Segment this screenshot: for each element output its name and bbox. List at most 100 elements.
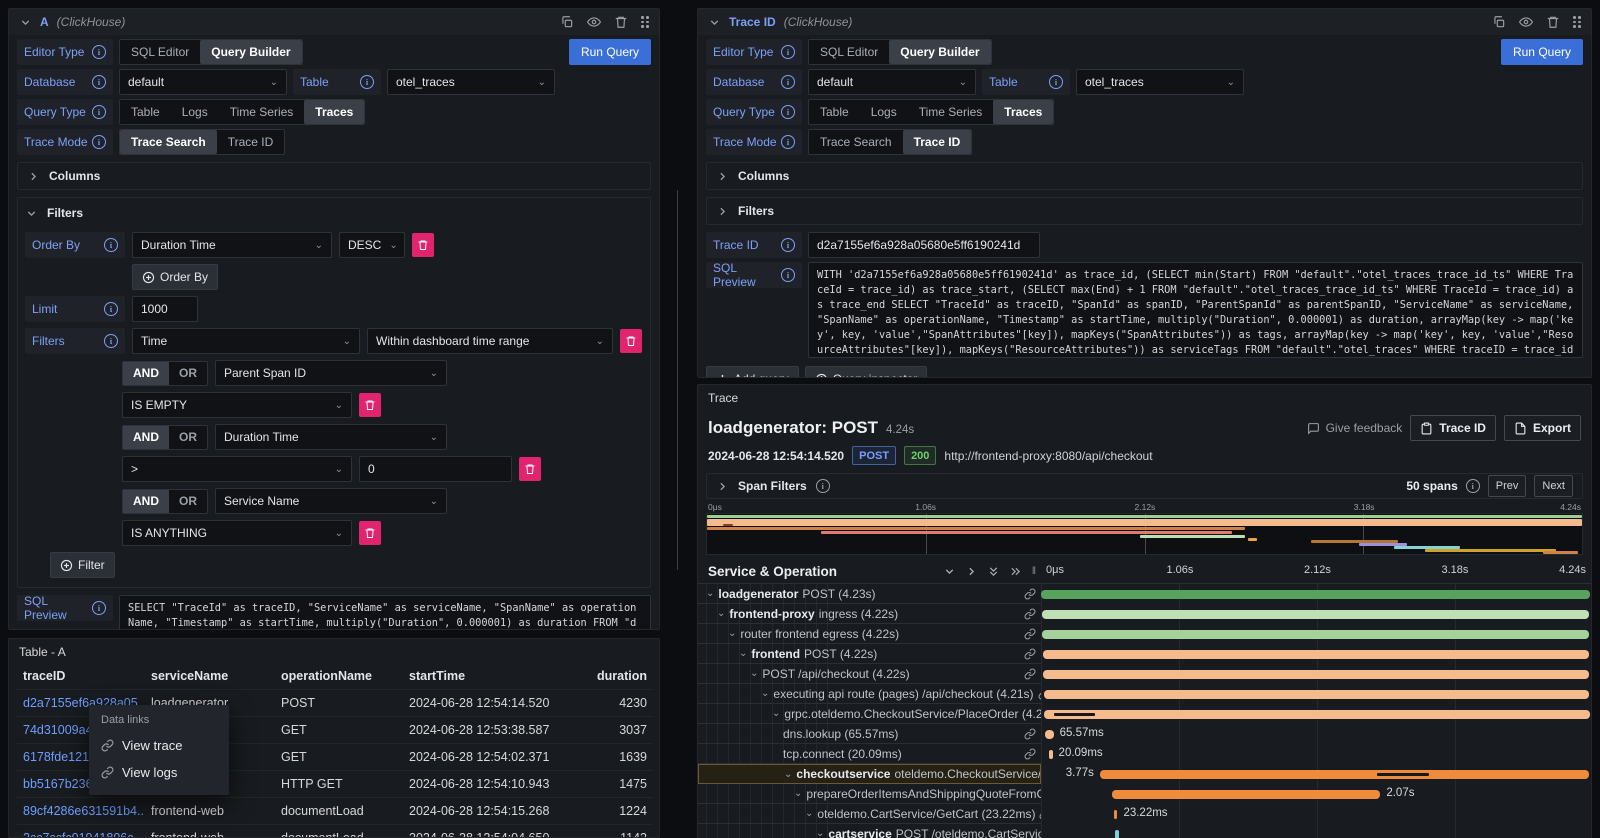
span-bar[interactable] — [1043, 650, 1590, 659]
span-bar[interactable] — [1045, 730, 1054, 739]
query-type-table[interactable]: Table — [809, 100, 860, 124]
filter-operator-select[interactable]: IS ANYTHING⌄ — [122, 520, 352, 546]
info-icon[interactable]: i — [92, 75, 106, 89]
column-header[interactable]: duration — [565, 663, 653, 690]
column-header[interactable]: serviceName — [145, 663, 275, 690]
query-type-logs[interactable]: Logs — [860, 100, 908, 124]
span-row[interactable]: ⌄frontendPOST (4.22s) — [698, 644, 1591, 664]
span-name-cell[interactable]: ⌄grpc.oteldemo.CheckoutService/PlaceOrde… — [698, 704, 1041, 724]
span-bar-cell[interactable]: 65.57ms — [1041, 724, 1591, 744]
filter-operator-select[interactable]: IS EMPTY⌄ — [122, 392, 352, 418]
info-icon[interactable]: i — [104, 238, 118, 252]
chevron-down-icon[interactable]: ⌄ — [717, 608, 725, 619]
span-row[interactable]: ⌄loadgeneratorPOST (4.23s) — [698, 584, 1591, 604]
span-bar-cell[interactable] — [1041, 644, 1591, 664]
span-name-cell[interactable]: ⌄router frontend egress (4.22s) — [698, 624, 1041, 644]
info-icon[interactable]: i — [781, 45, 795, 59]
prev-button[interactable]: Prev — [1488, 475, 1527, 497]
span-bar-cell[interactable] — [1041, 624, 1591, 644]
order-by-direction-select[interactable]: DESC⌄ — [339, 232, 405, 258]
filter-value-input[interactable]: 0 — [359, 456, 512, 482]
expand-all-icon[interactable] — [1009, 565, 1022, 578]
duplicate-query-icon[interactable] — [560, 15, 574, 29]
column-header[interactable]: operationName — [275, 663, 403, 690]
add-filter-button[interactable]: Filter — [50, 552, 115, 578]
info-icon[interactable]: i — [92, 601, 106, 615]
span-link-icon[interactable] — [1024, 648, 1041, 660]
remove-filter-button[interactable] — [620, 329, 642, 353]
span-row[interactable]: tcp.connect (20.09ms)20.09ms — [698, 744, 1591, 764]
column-header[interactable]: traceID — [17, 663, 145, 690]
filter-field-select[interactable]: Duration Time⌄ — [215, 424, 447, 450]
columns-section-header[interactable]: Columns — [706, 162, 1583, 190]
order-by-field-select[interactable]: Duration Time⌄ — [132, 232, 332, 258]
and-option[interactable]: AND — [123, 362, 169, 385]
span-bar-cell[interactable] — [1041, 604, 1591, 624]
chevron-down-icon[interactable]: ⌄ — [728, 628, 736, 639]
filter-field-select[interactable]: Time⌄ — [132, 328, 360, 354]
span-bar-cell[interactable]: 3.77s — [1041, 764, 1591, 784]
trace-search-option[interactable]: Trace Search — [809, 130, 903, 154]
span-bar-cell[interactable]: 23.22ms — [1041, 804, 1591, 824]
info-icon[interactable]: i — [781, 135, 795, 149]
span-name-cell[interactable]: tcp.connect (20.09ms) — [698, 744, 1041, 764]
chevron-down-icon[interactable]: ⌄ — [794, 788, 802, 799]
columns-section-header[interactable]: Columns — [17, 162, 651, 190]
span-link-icon[interactable] — [1024, 628, 1041, 640]
span-name-cell[interactable]: ⌄POST /api/checkout (4.22s) — [698, 664, 1041, 684]
span-link-icon[interactable] — [1024, 668, 1041, 680]
info-icon[interactable]: i — [781, 268, 795, 282]
query-inspector-button[interactable]: Query inspector — [805, 366, 928, 378]
remove-filter-button[interactable] — [359, 393, 381, 417]
query-type-table[interactable]: Table — [120, 100, 171, 124]
span-bar-cell[interactable] — [1041, 704, 1591, 724]
span-name-cell[interactable]: ⌄prepareOrderItemsAndShippingQuoteFromCa… — [698, 784, 1041, 804]
query-builder-option[interactable]: Query Builder — [889, 40, 990, 64]
span-bar[interactable] — [1042, 610, 1589, 619]
query-type-logs[interactable]: Logs — [171, 100, 219, 124]
filter-field-select[interactable]: Service Name⌄ — [215, 488, 447, 514]
query-type-timeseries[interactable]: Time Series — [908, 100, 994, 124]
trace-id-option[interactable]: Trace ID — [903, 130, 972, 154]
span-name-cell[interactable]: ⌄frontendPOST (4.22s) — [698, 644, 1041, 664]
info-icon[interactable]: i — [816, 479, 830, 493]
span-row[interactable]: ⌄executing api route (pages) /api/checko… — [698, 684, 1591, 704]
span-name-cell[interactable]: ⌄frontend-proxyingress (4.22s) — [698, 604, 1041, 624]
span-name-cell[interactable]: ⌄oteldemo.CartService/GetCart (23.22ms) — [698, 804, 1041, 824]
hide-query-icon[interactable] — [587, 15, 601, 29]
view-logs-menu-item[interactable]: View logs — [89, 759, 229, 786]
collapse-panel-icon[interactable] — [19, 16, 32, 29]
span-bar-cell[interactable] — [1041, 684, 1591, 704]
span-name-cell[interactable]: dns.lookup (65.57ms) — [698, 724, 1041, 744]
duplicate-query-icon[interactable] — [1492, 15, 1506, 29]
drag-handle-icon[interactable] — [1573, 16, 1581, 28]
column-header[interactable]: startTime — [403, 663, 565, 690]
trace-id-button[interactable]: Trace ID — [1410, 415, 1496, 441]
chevron-down-icon[interactable]: ⌄ — [739, 648, 747, 659]
add-order-by-button[interactable]: Order By — [132, 264, 218, 290]
span-row[interactable]: ⌄router frontend egress (4.22s) — [698, 624, 1591, 644]
span-row[interactable]: ⌄cartservicePOST /oteldemo.CartService/G… — [698, 824, 1591, 838]
minimap-canvas[interactable] — [706, 513, 1583, 555]
span-link-icon[interactable] — [1024, 748, 1041, 760]
span-bar[interactable] — [1041, 590, 1590, 599]
span-row[interactable]: ⌄POST /api/checkout (4.22s) — [698, 664, 1591, 684]
span-link-icon[interactable] — [1024, 728, 1041, 740]
trace-search-option[interactable]: Trace Search — [120, 130, 217, 154]
info-icon[interactable]: i — [1049, 75, 1063, 89]
span-bar[interactable] — [1044, 710, 1590, 719]
span-bar-cell[interactable] — [1041, 664, 1591, 684]
info-icon[interactable]: i — [781, 238, 795, 252]
span-name-cell[interactable]: ⌄executing api route (pages) /api/checko… — [698, 684, 1041, 704]
or-option[interactable]: OR — [169, 426, 207, 449]
remove-filter-button[interactable] — [359, 521, 381, 545]
or-option[interactable]: OR — [169, 490, 207, 513]
span-name-cell[interactable]: ⌄loadgeneratorPOST (4.23s) — [698, 584, 1041, 604]
expand-one-icon[interactable] — [965, 565, 978, 578]
collapse-all-icon[interactable] — [987, 565, 1000, 578]
trace-id-link[interactable]: 2cc7ccfc01941806c... — [23, 831, 144, 838]
info-icon[interactable]: i — [104, 302, 118, 316]
span-link-icon[interactable] — [1024, 588, 1041, 600]
query-builder-option[interactable]: Query Builder — [200, 40, 301, 64]
chevron-down-icon[interactable]: ⌄ — [761, 688, 769, 699]
